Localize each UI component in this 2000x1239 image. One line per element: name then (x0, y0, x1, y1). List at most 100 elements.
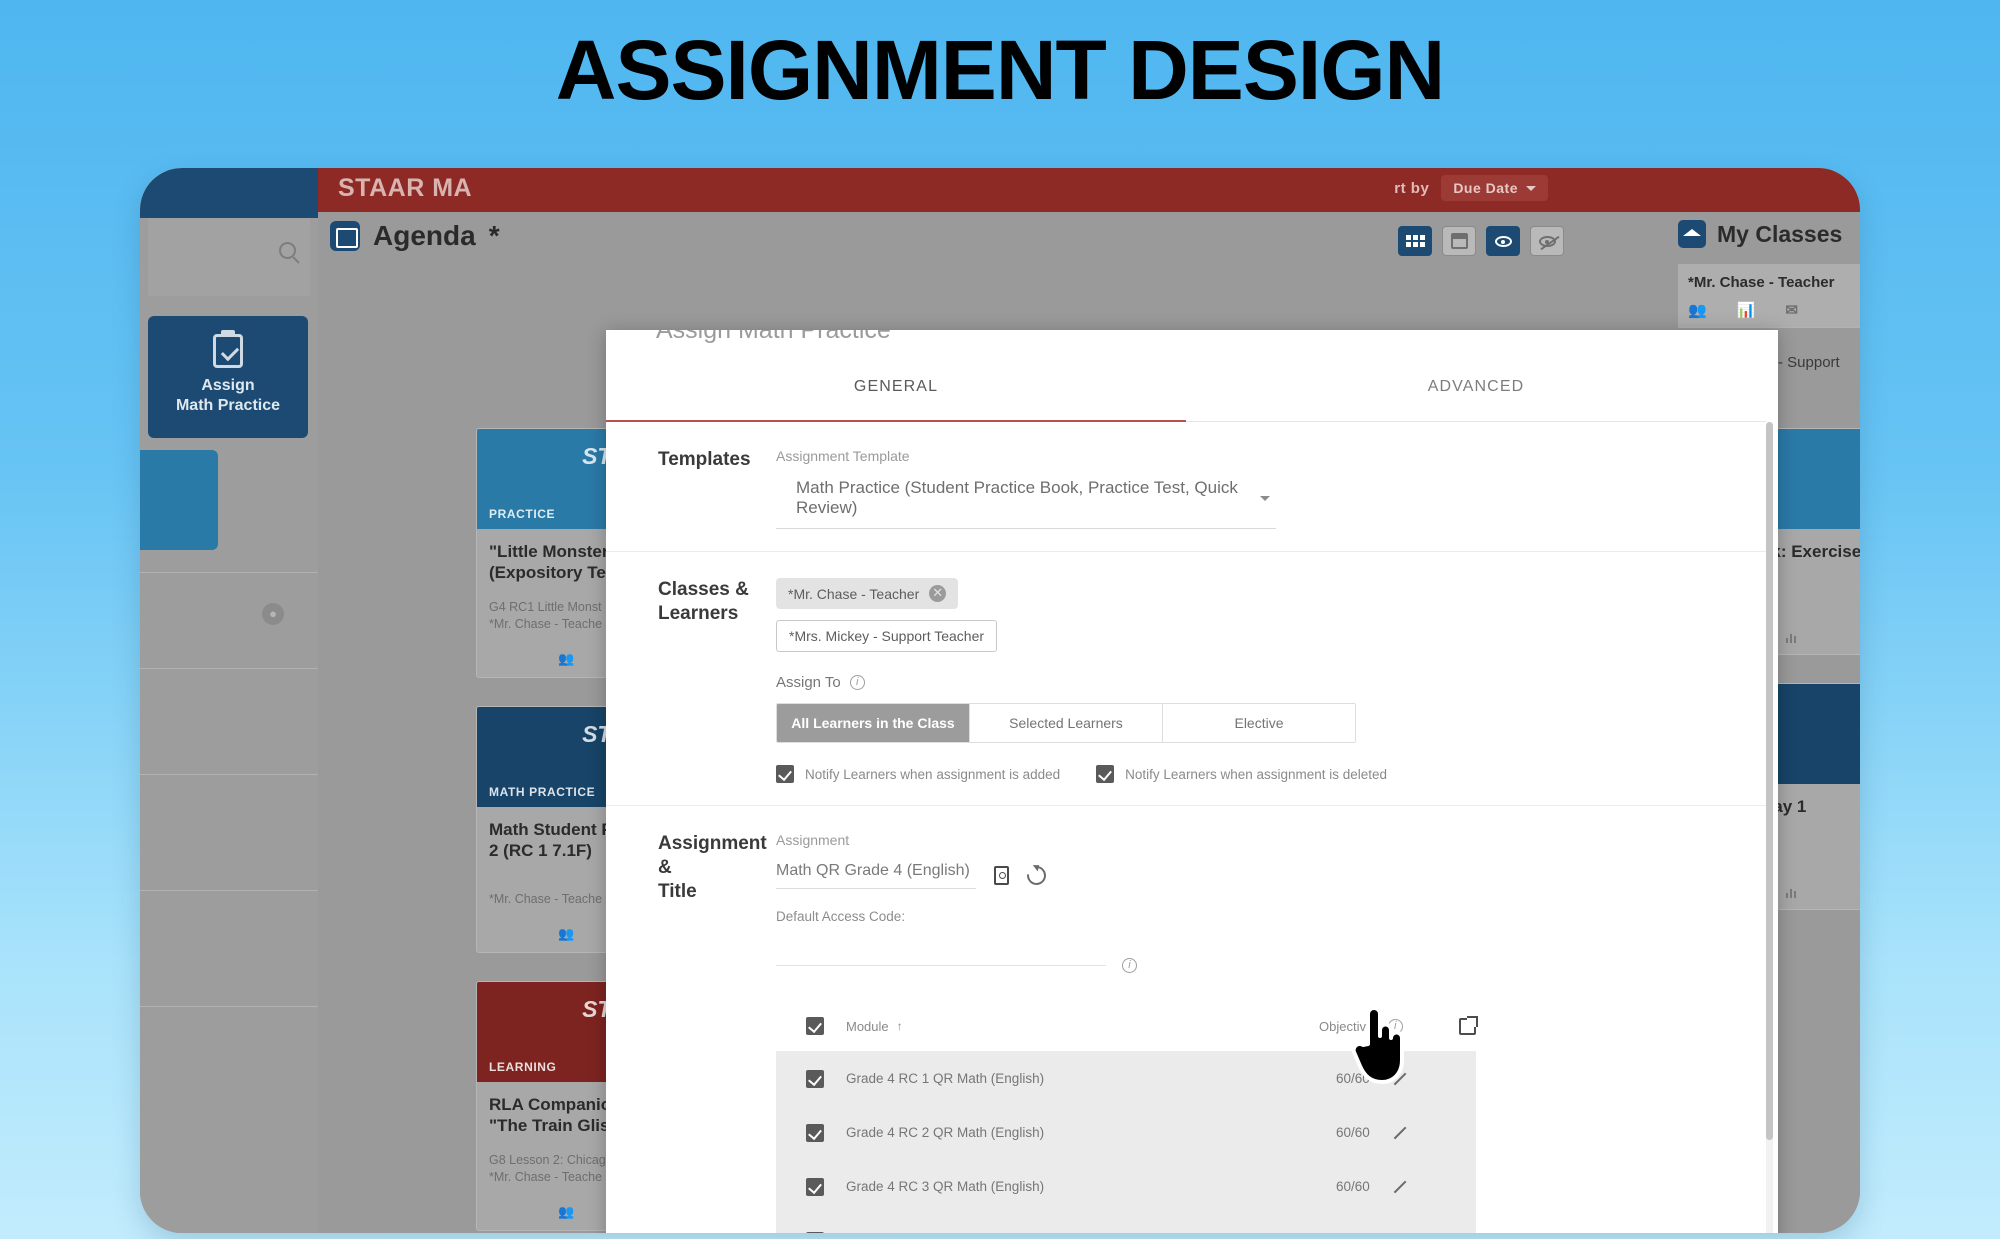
eye-off-icon (1538, 235, 1560, 250)
modal-scrollbar[interactable] (1766, 422, 1773, 1233)
clipboard-check-icon (213, 334, 243, 368)
notify-options: Notify Learners when assignment is added… (776, 765, 1726, 783)
table-row[interactable]: Grade 4 RC 2 QR Math (English) 60/60 (776, 1105, 1476, 1159)
default-access-code-input[interactable] (776, 965, 1106, 966)
module-name: Grade 4 RC 1 QR Math (English) (846, 1071, 1045, 1086)
section-label-assignment: Assignment & Title (658, 833, 767, 902)
row-checkbox[interactable] (806, 1069, 824, 1088)
search-icon (279, 242, 296, 259)
card-kicker: MATH PRACTICE (489, 785, 596, 799)
sort-by-dropdown[interactable]: Due Date (1441, 175, 1548, 201)
rail-divider (140, 668, 318, 669)
assignment-row: Math QR Grade 4 (English) (776, 862, 1726, 889)
chevron-down-icon (1260, 495, 1270, 501)
class-chip-outline[interactable]: *Mrs. Mickey - Support Teacher (776, 620, 998, 652)
sort-by-control[interactable]: rt by Due Date (1394, 175, 1548, 201)
module-objectives: 60/60 (1336, 1071, 1370, 1086)
edit-pencil-icon[interactable] (1392, 1180, 1406, 1194)
close-icon[interactable]: ✕ (929, 585, 947, 602)
module-objectives: 60/60 (1336, 1125, 1370, 1140)
graduation-cap-icon (1678, 220, 1706, 248)
section-content-classes: *Mr. Chase - Teacher ✕ *Mrs. Mickey - Su… (776, 578, 1766, 783)
segment-elective[interactable]: Elective (1163, 704, 1355, 742)
hide-button[interactable] (1530, 226, 1564, 256)
section-label-templates: Templates (658, 449, 751, 470)
edit-pencil-icon[interactable] (1392, 1126, 1406, 1140)
calendar-icon (330, 221, 360, 251)
sidebar-item-secondary[interactable] (140, 450, 218, 550)
my-classes-item-teacher[interactable]: *Mr. Chase - Teacher 👥 📊 ✉ (1678, 264, 1860, 327)
select-all-checkbox[interactable] (806, 1017, 824, 1035)
section-content-templates: Assignment Template Math Practice (Stude… (776, 448, 1766, 529)
sort-by-label: rt by (1394, 179, 1430, 197)
section-content-assignment: Assignment Math QR Grade 4 (English) Def… (776, 832, 1766, 1233)
rail-divider (140, 774, 318, 775)
column-header-module[interactable]: Module ↑ (846, 1019, 1319, 1034)
people-icon: 👥 (558, 651, 574, 666)
segment-all-learners[interactable]: All Learners in the Class (777, 704, 970, 742)
info-icon[interactable]: i (1387, 1018, 1403, 1034)
module-objectives-cell: 60/60 (1336, 1071, 1476, 1086)
checkbox-checked-icon (776, 765, 794, 783)
tab-general[interactable]: GENERAL (606, 352, 1186, 422)
assignment-template-select[interactable]: Math Practice (Student Practice Book, Pr… (776, 478, 1276, 529)
message-icon[interactable]: ✉ (1785, 301, 1798, 319)
rail-header (140, 168, 318, 218)
assign-to-row: Assign To i (776, 674, 1726, 691)
column-header-objectives: Objectives i (1319, 1018, 1459, 1034)
module-objectives-cell: 60/60 (1336, 1125, 1476, 1140)
modal-title: Assign Math Practice (656, 330, 891, 344)
info-icon[interactable]: i (849, 675, 865, 690)
rail-divider (140, 1006, 318, 1007)
table-row[interactable]: Grade 4 RC 3 QR Math (English) 60/60 (776, 1159, 1476, 1213)
people-icon[interactable]: 👥 (1688, 301, 1707, 319)
tab-advanced[interactable]: ADVANCED (1186, 352, 1766, 421)
grid-icon (1405, 235, 1425, 247)
grid-view-button[interactable] (1398, 226, 1432, 256)
assignment-input[interactable]: Math QR Grade 4 (English) (776, 862, 976, 889)
eye-icon (1494, 235, 1512, 247)
chevron-down-icon (1526, 185, 1536, 191)
rail-badge-icon: ● (262, 603, 284, 625)
module-table: Module ↑ Objectives i Grade 4 RC 1 QR Ma… (776, 1015, 1478, 1233)
sidebar-item-assign-math-practice[interactable]: Assign Math Practice (148, 316, 308, 438)
row-checkbox[interactable] (806, 1177, 824, 1196)
notify-deleted-checkbox[interactable]: Notify Learners when assignment is delet… (1096, 765, 1387, 783)
show-button[interactable] (1486, 226, 1520, 256)
page-title: ASSIGNMENT DESIGN (555, 23, 1445, 117)
default-access-code-label: Default Access Code: (776, 909, 906, 924)
bar-chart-icon[interactable]: 📊 (1737, 301, 1756, 319)
edit-pencil-icon[interactable] (1392, 1072, 1406, 1086)
checkbox-checked-icon (1096, 765, 1115, 783)
tablet-device-frame: Assign Math Practice ● STAAR MA rt by Du… (140, 168, 1860, 1233)
notify-added-checkbox[interactable]: Notify Learners when assignment is added (776, 765, 1060, 783)
open-external-icon[interactable] (1459, 1015, 1478, 1035)
view-toggle-group[interactable] (1398, 226, 1564, 256)
app-topbar: STAAR MA rt by Due Date (318, 168, 1860, 212)
modal-tab-bar[interactable]: GENERAL ADVANCED (606, 352, 1766, 422)
my-classes-header: My Classes (1670, 220, 1860, 248)
module-table-header: Module ↑ Objectives i (776, 1015, 1478, 1051)
bar-chart-icon (1785, 632, 1797, 643)
row-checkbox[interactable] (806, 1231, 824, 1233)
default-access-code-row: i (776, 958, 1726, 973)
refresh-icon[interactable] (1023, 862, 1050, 889)
rail-divider (140, 572, 318, 573)
segment-selected-learners[interactable]: Selected Learners (970, 704, 1163, 742)
modal-scrollbar-thumb[interactable] (1766, 422, 1773, 1140)
document-icon[interactable] (994, 866, 1009, 885)
assign-to-segmented-control[interactable]: All Learners in the Class Selected Learn… (776, 703, 1356, 743)
table-row[interactable]: Grade 4 RC 4 QR Math (English) 59/59 (776, 1213, 1476, 1233)
sort-by-value: Due Date (1453, 180, 1518, 196)
class-chip-label: *Mr. Chase - Teacher (788, 585, 920, 602)
calendar-view-button[interactable] (1442, 226, 1476, 256)
class-chip-selected[interactable]: *Mr. Chase - Teacher ✕ (776, 578, 959, 609)
row-checkbox[interactable] (806, 1123, 824, 1142)
table-row[interactable]: Grade 4 RC 1 QR Math (English) 60/60 (776, 1051, 1476, 1105)
people-icon: 👥 (558, 1204, 574, 1219)
info-icon[interactable]: i (1122, 958, 1137, 973)
left-nav-rail: Assign Math Practice ● (140, 168, 318, 1233)
rail-search-field[interactable] (148, 218, 310, 296)
sort-ascending-icon: ↑ (896, 1019, 903, 1033)
section-templates: Templates Assignment Template Math Pract… (606, 422, 1766, 552)
